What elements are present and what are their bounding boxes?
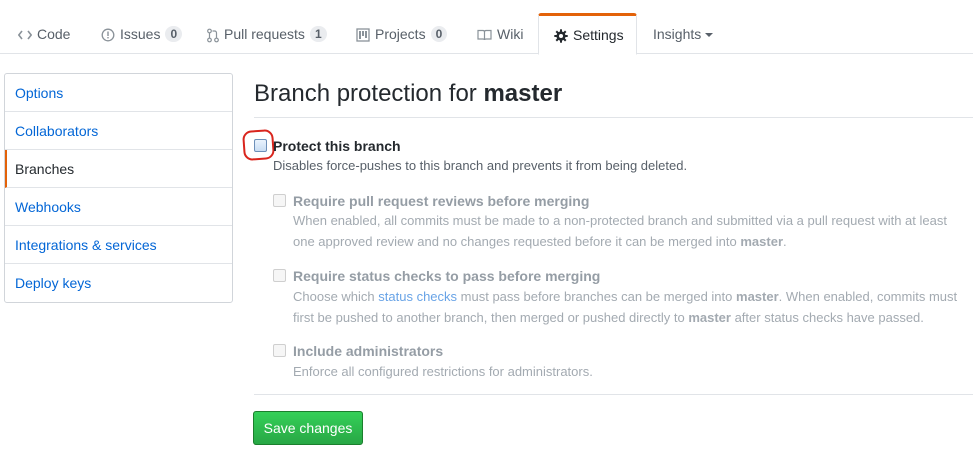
- projects-count-badge: 0: [430, 26, 448, 42]
- menu-item-deploy-keys[interactable]: Deploy keys: [5, 264, 232, 302]
- require-reviews-checkbox[interactable]: [273, 194, 286, 207]
- save-changes-button[interactable]: Save changes: [253, 411, 363, 445]
- tab-pull-requests[interactable]: Pull requests 1: [207, 16, 327, 54]
- menu-item-options[interactable]: Options: [5, 74, 232, 112]
- protect-branch-note: Disables force-pushes to this branch and…: [273, 158, 688, 173]
- require-reviews-note: When enabled, all commits must be made t…: [293, 210, 973, 252]
- menu-item-webhooks[interactable]: Webhooks: [5, 188, 232, 226]
- form-divider: [254, 394, 973, 395]
- protect-branch-label[interactable]: Protect this branch: [273, 138, 401, 154]
- tab-label: Insights: [653, 26, 702, 42]
- caret-down-icon: [705, 33, 714, 37]
- branch-name: master: [483, 80, 563, 107]
- pull-request-icon: [207, 26, 219, 44]
- code-icon: [18, 26, 32, 44]
- repo-nav: Code Issues 0 Pull requests 1 Projects 0…: [0, 0, 973, 55]
- tab-issues[interactable]: Issues 0: [101, 16, 183, 54]
- note-text: Choose which: [293, 289, 375, 304]
- branch-name: master: [736, 289, 779, 304]
- page-title-prefix: Branch protection for: [254, 80, 477, 107]
- tab-label: Projects: [375, 26, 426, 42]
- note-text: . When enabled, commits must: [778, 289, 958, 304]
- issues-count-badge: 0: [165, 26, 183, 42]
- tab-label: Wiki: [497, 26, 524, 42]
- branch-name: master: [740, 234, 784, 249]
- note-text: first be pushed to another branch, then …: [293, 310, 685, 325]
- settings-menu: Options Collaborators Branches Webhooks …: [4, 73, 233, 303]
- gear-icon: [554, 27, 568, 45]
- tab-label: Issues: [120, 26, 161, 42]
- require-reviews-label[interactable]: Require pull request reviews before merg…: [293, 193, 589, 209]
- page-title: Branch protection for master: [254, 80, 562, 108]
- note-text: .: [783, 234, 787, 249]
- require-status-checks-note: Choose which status checks must pass bef…: [293, 286, 973, 328]
- tab-label: Code: [37, 26, 71, 42]
- include-admins-checkbox[interactable]: [273, 344, 286, 357]
- note-text: must pass before branches can be merged …: [460, 289, 733, 304]
- menu-item-branches[interactable]: Branches: [5, 150, 232, 188]
- annotation-circle: [241, 128, 276, 162]
- tab-insights[interactable]: Insights: [653, 16, 714, 54]
- branch-name: master: [688, 310, 731, 325]
- include-admins-label[interactable]: Include administrators: [293, 343, 443, 359]
- tab-label: Pull requests: [224, 26, 305, 42]
- note-text: one approved review and no changes reque…: [293, 234, 737, 249]
- menu-item-collaborators[interactable]: Collaborators: [5, 112, 232, 150]
- note-text: When enabled, all commits must be made t…: [293, 213, 947, 228]
- tab-code[interactable]: Code: [18, 16, 70, 54]
- tab-wiki[interactable]: Wiki: [477, 16, 523, 54]
- require-status-checks-checkbox[interactable]: [273, 269, 286, 282]
- tab-label: Settings: [573, 27, 624, 43]
- require-status-checks-label[interactable]: Require status checks to pass before mer…: [293, 268, 600, 284]
- pull-requests-count-badge: 1: [309, 26, 327, 42]
- title-divider: [254, 117, 973, 118]
- include-admins-note: Enforce all configured restrictions for …: [293, 364, 593, 379]
- note-text: after status checks have passed.: [734, 310, 924, 325]
- issue-icon: [101, 26, 115, 44]
- tab-settings[interactable]: Settings: [538, 13, 637, 55]
- project-icon: [356, 26, 370, 44]
- tab-projects[interactable]: Projects 0: [356, 16, 448, 54]
- status-checks-link[interactable]: status checks: [378, 289, 457, 304]
- menu-item-integrations[interactable]: Integrations & services: [5, 226, 232, 264]
- book-icon: [477, 26, 492, 44]
